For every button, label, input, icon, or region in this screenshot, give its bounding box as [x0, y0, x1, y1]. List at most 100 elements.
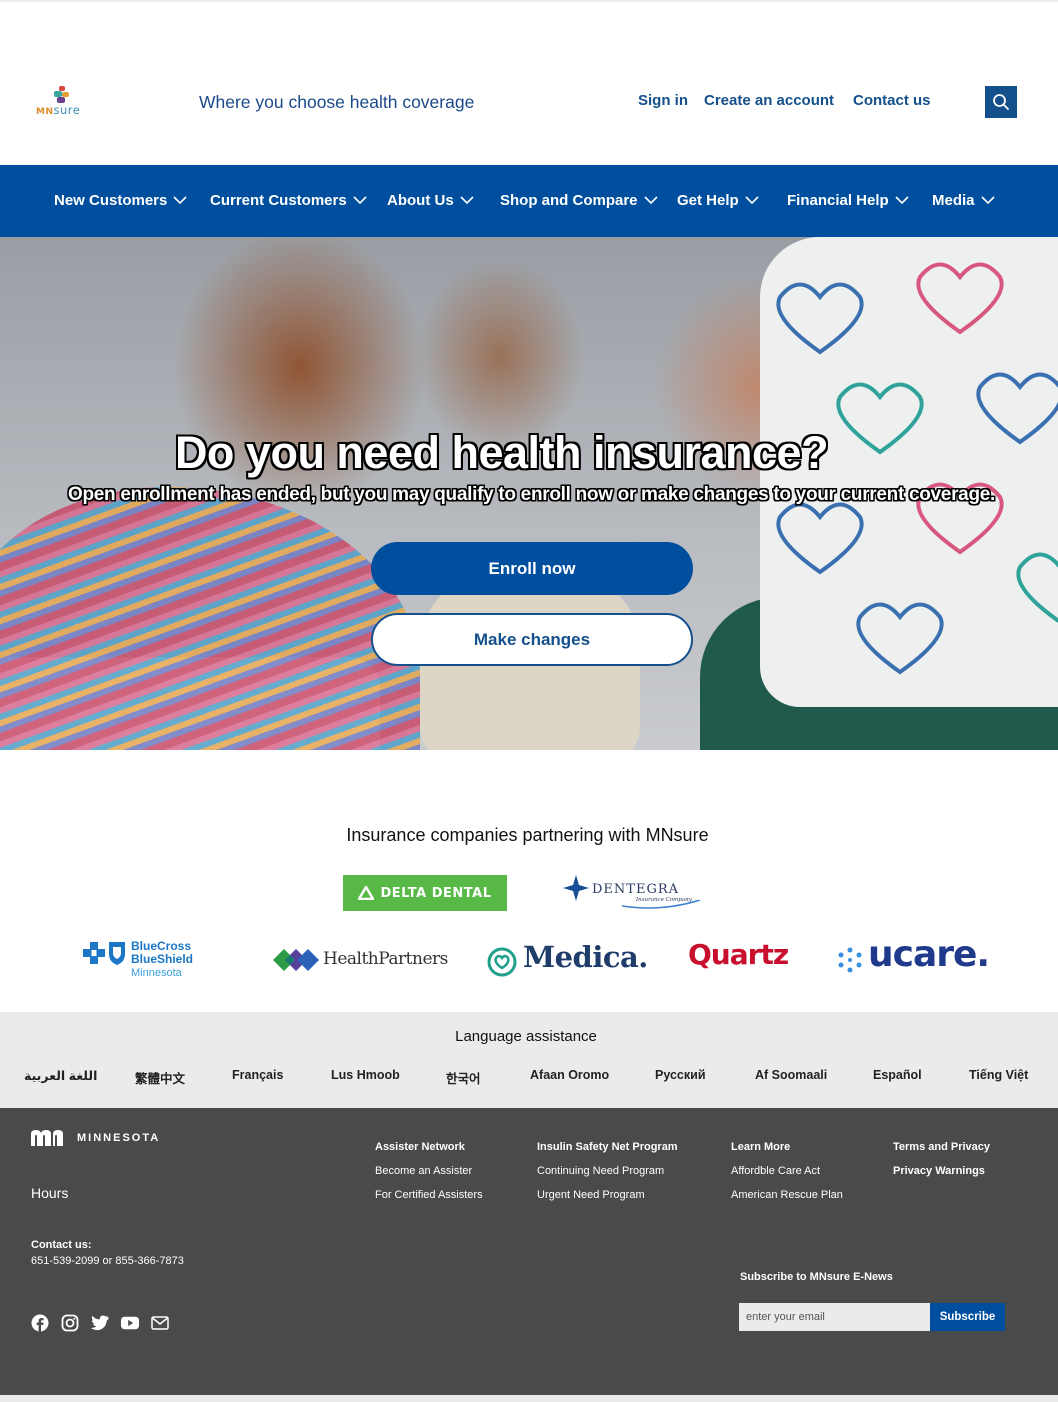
site-header: MNsure Where you choose health coverage …: [0, 0, 1058, 165]
nav-shop-and-compare[interactable]: Shop and Compare: [500, 192, 658, 209]
mnsure-logo[interactable]: MNsure: [34, 86, 94, 120]
footer-col-insulin: Insulin Safety Net Program Continuing Ne…: [537, 1135, 678, 1207]
nav-label: Shop and Compare: [500, 192, 638, 209]
minnesota-logo[interactable]: MINNESOTA: [31, 1130, 160, 1146]
bcbs-text: BlueCross BlueShield: [131, 939, 194, 966]
make-changes-button[interactable]: Make changes: [371, 613, 693, 666]
lang-spanish[interactable]: Español: [873, 1068, 922, 1082]
partners-heading: Insurance companies partnering with MNsu…: [346, 825, 709, 845]
nav-about-us[interactable]: About Us: [387, 192, 474, 209]
dentegra-logo[interactable]: DENTEGRA Insurance Company: [562, 872, 702, 912]
language-assistance-title: Language assistance: [455, 1028, 597, 1045]
contact-phones: 651-539-2099 or 855-366-7873: [31, 1255, 184, 1267]
mail-icon[interactable]: [151, 1314, 169, 1332]
contact-us-link[interactable]: Contact us: [853, 92, 931, 109]
chevron-down-icon: [895, 196, 909, 205]
certified-assisters-link[interactable]: For Certified Assisters: [375, 1183, 483, 1207]
dentegra-text: DENTEGRA: [592, 882, 680, 897]
hero-subtitle: Open enrollment has ended, but you may q…: [68, 484, 995, 505]
nav-current-customers[interactable]: Current Customers: [210, 192, 367, 209]
enroll-now-button[interactable]: Enroll now: [371, 542, 693, 595]
minnesota-wordmark: MINNESOTA: [77, 1132, 161, 1144]
swoosh-icon: [622, 900, 701, 909]
main-navigation: New Customers Current Customers About Us…: [0, 165, 1058, 237]
social-links: [31, 1314, 169, 1332]
search-button[interactable]: [985, 86, 1017, 118]
hero-title: Do you need health insurance?: [174, 427, 829, 478]
minnesota-m-icon: [31, 1130, 63, 1146]
medica-text: Medica.: [523, 940, 648, 974]
ucare-logo[interactable]: ucare.: [836, 934, 991, 980]
lang-somali[interactable]: Af Soomaali: [755, 1068, 827, 1082]
search-icon: [993, 94, 1009, 110]
facebook-icon[interactable]: [31, 1314, 49, 1332]
subscribe-label: Subscribe to MNsure E-News: [740, 1271, 893, 1283]
chevron-down-icon: [745, 196, 759, 205]
aca-link[interactable]: Affordble Care Act: [731, 1159, 843, 1183]
become-assister-link[interactable]: Become an Assister: [375, 1159, 483, 1183]
lang-oromo[interactable]: Afaan Oromo: [530, 1068, 609, 1082]
hero-photo-mother: [0, 487, 420, 750]
nav-new-customers[interactable]: New Customers: [54, 192, 187, 209]
lang-french[interactable]: Français: [232, 1068, 283, 1082]
page-bottom-strip: [0, 1395, 1058, 1402]
lang-arabic[interactable]: اللغة العربية: [24, 1068, 97, 1083]
contact-label: Contact us:: [31, 1239, 92, 1251]
instagram-icon[interactable]: [61, 1314, 79, 1332]
chevron-down-icon: [460, 196, 474, 205]
quartz-logo[interactable]: Quartz: [688, 938, 789, 978]
nav-financial-help[interactable]: Financial Help: [787, 192, 909, 209]
rescue-plan-link[interactable]: American Rescue Plan: [731, 1183, 843, 1207]
lang-russian[interactable]: Русский: [655, 1068, 706, 1082]
hero-banner: Do you need health insurance? Open enrol…: [0, 237, 1058, 750]
bcbs-region-text: Minnesota: [131, 967, 182, 979]
logo-mark-icon: [54, 86, 70, 104]
ucare-text: ucare.: [868, 934, 990, 975]
assister-network-link[interactable]: Assister Network: [375, 1135, 483, 1159]
chevron-down-icon: [173, 196, 187, 205]
lang-hmong[interactable]: Lus Hmoob: [331, 1068, 400, 1082]
star-icon: [563, 875, 589, 901]
footer-col-learn: Learn More Affordble Care Act American R…: [731, 1135, 843, 1207]
youtube-icon[interactable]: [121, 1314, 139, 1332]
footer-col-assister: Assister Network Become an Assister For …: [375, 1135, 483, 1207]
chevron-down-icon: [643, 196, 658, 205]
nav-media[interactable]: Media: [932, 192, 995, 209]
healthpartners-text: HealthPartners: [323, 949, 448, 969]
site-footer: MINNESOTA Hours Contact us: 651-539-2099…: [0, 1108, 1058, 1395]
urgent-need-link[interactable]: Urgent Need Program: [537, 1183, 678, 1207]
delta-dental-logo[interactable]: DELTA DENTAL: [343, 875, 507, 911]
nav-label: Media: [932, 192, 975, 209]
nav-label: Get Help: [677, 192, 739, 209]
delta-dental-text: DELTA DENTAL: [380, 885, 492, 901]
medica-heart-icon: [487, 947, 517, 977]
create-account-link[interactable]: Create an account: [704, 92, 834, 109]
subscribe-button[interactable]: Subscribe: [930, 1303, 1005, 1331]
privacy-warnings-link[interactable]: Privacy Warnings: [893, 1159, 990, 1183]
footer-col-legal: Terms and Privacy Privacy Warnings: [893, 1135, 990, 1183]
terms-privacy-link[interactable]: Terms and Privacy: [893, 1135, 990, 1159]
lang-vietnamese[interactable]: Tiếng Việt: [969, 1068, 1028, 1082]
nav-label: Current Customers: [210, 192, 347, 209]
delta-triangle-icon: [358, 886, 375, 900]
medica-logo[interactable]: Medica.: [487, 940, 648, 980]
newsletter-email-input[interactable]: [739, 1303, 930, 1331]
lang-chinese[interactable]: 繁體中文: [135, 1068, 185, 1087]
sign-in-link[interactable]: Sign in: [638, 92, 688, 109]
insulin-program-link[interactable]: Insulin Safety Net Program: [537, 1135, 678, 1159]
learn-more-link[interactable]: Learn More: [731, 1135, 843, 1159]
chevron-down-icon: [980, 196, 995, 205]
logo-wordmark: MNsure: [36, 103, 81, 117]
lang-korean[interactable]: 한국어: [446, 1068, 481, 1087]
ucare-snowflake-icon: [838, 947, 862, 973]
healthpartners-diamond-icon: [273, 949, 319, 971]
blue-cross-shield-icon: [83, 942, 125, 965]
nav-get-help[interactable]: Get Help: [677, 192, 759, 209]
site-tagline: Where you choose health coverage: [199, 92, 475, 112]
nav-label: New Customers: [54, 192, 168, 209]
healthpartners-logo[interactable]: HealthPartners: [273, 943, 448, 977]
language-assistance-bar: Language assistance اللغة العربية 繁體中文 F…: [0, 1012, 1058, 1108]
continuing-need-link[interactable]: Continuing Need Program: [537, 1159, 678, 1183]
twitter-icon[interactable]: [91, 1314, 109, 1332]
bcbs-minnesota-logo[interactable]: BlueCross BlueShield Minnesota: [83, 938, 223, 982]
